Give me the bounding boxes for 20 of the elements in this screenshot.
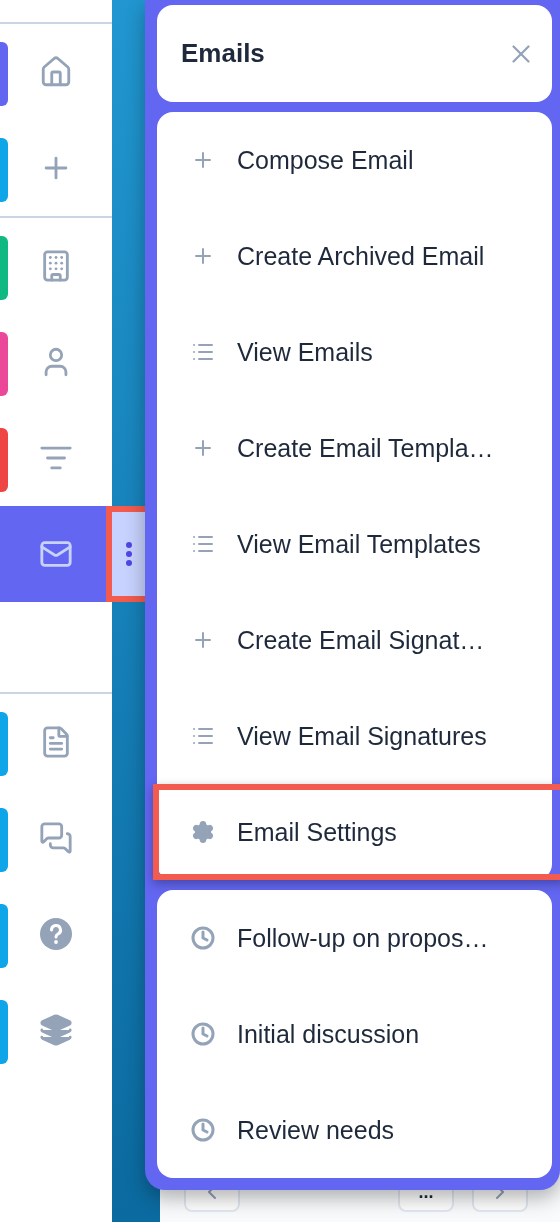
home-icon	[39, 55, 73, 89]
clock-icon	[191, 1118, 215, 1142]
more-icon	[125, 541, 133, 567]
menu-item[interactable]: Initial discussion	[157, 986, 552, 1082]
menu-item[interactable]: Create Email Signat…	[157, 592, 552, 688]
chat-icon	[39, 821, 73, 855]
layers-icon	[39, 1013, 73, 1047]
menu-item[interactable]: Compose Email	[157, 112, 552, 208]
menu-item[interactable]: Email Settings	[153, 784, 560, 880]
menu-item[interactable]: View Email Templates	[157, 496, 552, 592]
menu-item[interactable]: Create Archived Email	[157, 208, 552, 304]
menu-item[interactable]: View Email Signatures	[157, 688, 552, 784]
popup-title: Emails	[181, 38, 265, 69]
sidebar-item[interactable]	[0, 506, 106, 602]
clock-icon	[191, 1022, 215, 1046]
help-icon	[39, 917, 73, 951]
menu-item[interactable]: View Emails	[157, 304, 552, 400]
menu-item[interactable]: Follow-up on propos…	[157, 890, 552, 986]
menu-item[interactable]: Create Email Templa…	[157, 400, 552, 496]
clock-icon	[191, 926, 215, 950]
